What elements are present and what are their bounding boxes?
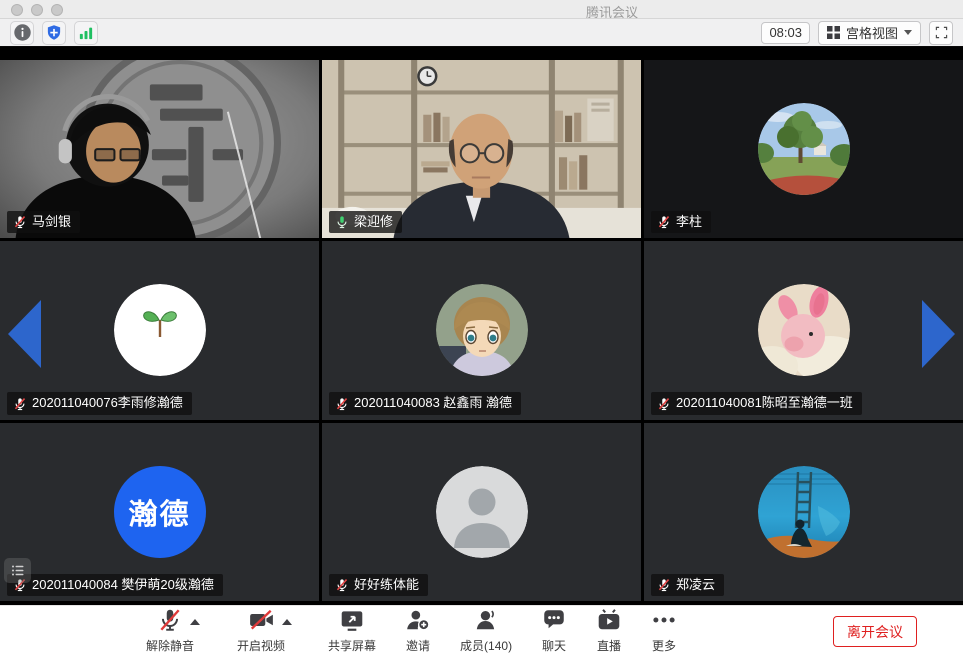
mic-active-icon [335, 215, 349, 229]
mic-muted-icon [335, 397, 349, 411]
participant-name-badge: 202011040081陈昭至瀚德一班 [651, 392, 862, 414]
info-icon[interactable] [10, 21, 34, 45]
participant-name-badge: 李柱 [651, 211, 711, 233]
avatar [758, 103, 850, 195]
share-screen-icon [339, 607, 365, 638]
participant-tile[interactable]: 202011040083 赵鑫雨 瀚德 [322, 241, 641, 419]
mic-muted-icon [13, 397, 27, 411]
participant-tile[interactable]: 郑凌云 [644, 423, 963, 601]
participant-tile[interactable]: 好好练体能 [322, 423, 641, 601]
participant-name: 好好练体能 [354, 577, 419, 593]
live-stream-button[interactable]: 直播 [596, 609, 622, 654]
mic-muted-icon [657, 578, 671, 592]
chat-icon [541, 607, 567, 638]
participant-name-badge: 202011040076李雨修瀚德 [7, 392, 192, 414]
camera-off-icon [248, 607, 275, 638]
video-options-caret[interactable] [282, 619, 292, 625]
invite-icon [405, 607, 431, 638]
more-button[interactable]: 更多 [651, 609, 677, 654]
participant-name: 马剑银 [32, 214, 71, 230]
participant-name-badge: 202011040083 赵鑫雨 瀚德 [329, 392, 521, 414]
participant-name: 202011040081陈昭至瀚德一班 [676, 395, 853, 411]
list-icon [10, 563, 26, 578]
view-mode-label: 宫格视图 [846, 23, 898, 42]
avatar-text: 瀚德 [128, 491, 190, 533]
mic-options-caret[interactable] [190, 619, 200, 625]
view-mode-selector[interactable]: 宫格视图 [818, 21, 921, 45]
participant-name: 梁迎修 [354, 214, 393, 230]
meeting-window: 腾讯会议 08:03 宫格视图 [0, 0, 963, 657]
start-video-button[interactable]: 开启视频 [237, 609, 285, 654]
participant-name: 202011040083 赵鑫雨 瀚德 [354, 395, 512, 411]
participant-name: 202011040084 樊伊萌20级瀚德 [32, 577, 214, 593]
participant-tile[interactable]: 马剑银 [0, 60, 319, 238]
avatar [114, 284, 206, 376]
traffic-light-zoom[interactable] [51, 4, 63, 16]
grid-view-icon [827, 26, 840, 39]
top-toolbar: 08:03 宫格视图 [0, 19, 963, 47]
more-icon [651, 607, 677, 638]
bottom-toolbar: 解除静音 开启视频 共享屏幕 [0, 605, 963, 657]
participant-name: 郑凌云 [676, 577, 715, 593]
mic-muted-icon [335, 578, 349, 592]
participant-name-badge: 好好练体能 [329, 574, 428, 596]
mic-muted-icon [657, 397, 671, 411]
security-shield-icon[interactable] [42, 21, 66, 45]
network-signal-icon[interactable] [74, 21, 98, 45]
leave-meeting-button[interactable]: 离开会议 [833, 616, 917, 647]
participant-name: 202011040076李雨修瀚德 [32, 395, 183, 411]
mic-muted-icon [657, 215, 671, 229]
meeting-timer: 08:03 [761, 22, 810, 44]
traffic-light-close[interactable] [11, 4, 23, 16]
participant-tile[interactable]: 202011040081陈昭至瀚德一班 [644, 241, 963, 419]
titlebar: 腾讯会议 [0, 0, 963, 19]
chat-button[interactable]: 聊天 [541, 609, 567, 654]
share-screen-button[interactable]: 共享屏幕 [328, 609, 376, 654]
participant-name: 李柱 [676, 214, 702, 230]
avatar: 瀚德 [114, 466, 206, 558]
unmute-button[interactable]: 解除静音 [146, 609, 194, 654]
live-icon [596, 607, 622, 638]
next-page-arrow[interactable] [922, 300, 955, 368]
mic-muted-icon [13, 215, 27, 229]
avatar [758, 284, 850, 376]
video-grid: 马剑银 [0, 47, 963, 605]
mic-muted-icon [157, 607, 183, 638]
participant-name-badge: 梁迎修 [329, 211, 402, 233]
members-icon [473, 607, 499, 638]
invite-button[interactable]: 邀请 [405, 609, 431, 654]
participant-name-badge: 好好练体能 202011040084 樊伊萌20级瀚德 [7, 574, 223, 596]
participant-tile[interactable]: 李柱 [644, 60, 963, 238]
participant-name-badge: 郑凌云 [651, 574, 724, 596]
list-view-toggle[interactable] [4, 558, 31, 583]
avatar [758, 466, 850, 558]
members-button[interactable]: 成员(140) [460, 609, 512, 654]
participant-name-badge: 马剑银 [7, 211, 80, 233]
participant-tile-active-speaker[interactable]: 梁迎修 [322, 60, 641, 238]
avatar [436, 284, 528, 376]
fullscreen-icon[interactable] [929, 21, 953, 45]
avatar [436, 466, 528, 558]
participant-tile[interactable]: 202011040076李雨修瀚德 [0, 241, 319, 419]
participant-tile[interactable]: 瀚德 好好练体能 202011040084 樊伊萌20级瀚德 [0, 423, 319, 601]
previous-page-arrow[interactable] [8, 300, 41, 368]
caret-down-icon [904, 30, 912, 35]
traffic-light-minimize[interactable] [31, 4, 43, 16]
